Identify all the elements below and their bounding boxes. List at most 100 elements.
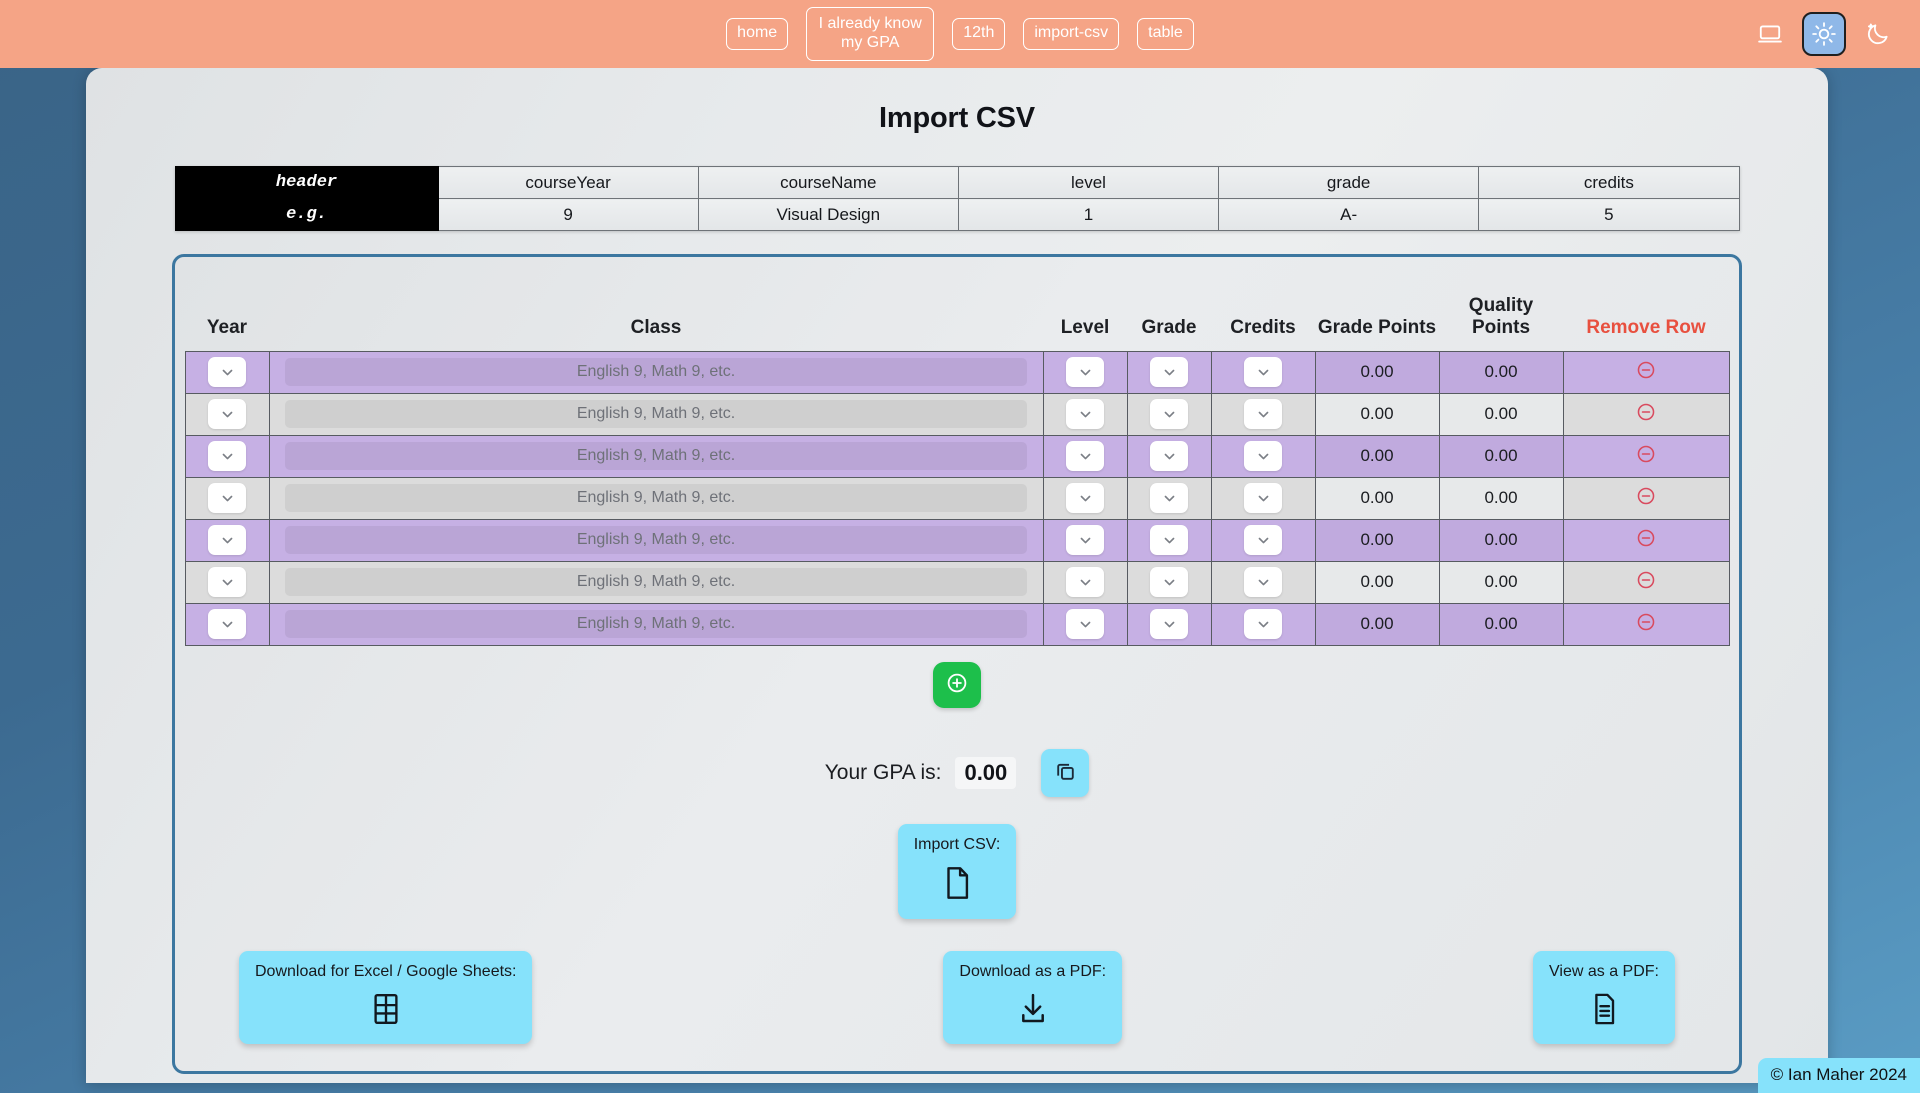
remove-row-button[interactable] (1633, 526, 1659, 552)
dropdown-toggle[interactable] (208, 441, 246, 472)
gpa-value: 0.00 (955, 756, 1017, 789)
dropdown-toggle[interactable] (1150, 357, 1188, 388)
dropdown-toggle[interactable] (1066, 357, 1104, 388)
dropdown-toggle[interactable] (1066, 525, 1104, 556)
cell-remove (1562, 350, 1730, 394)
dropdown-toggle[interactable] (1066, 483, 1104, 514)
cell-remove (1562, 476, 1730, 520)
nav-already-know-gpa[interactable]: I already know my GPA (806, 6, 935, 62)
dropdown-toggle[interactable] (1244, 357, 1282, 388)
nav-import-csv[interactable]: import-csv (1023, 18, 1120, 50)
header-level: Level (1060, 316, 1110, 338)
chevron-down-icon (1078, 449, 1093, 464)
grades-table: Year Class Level Grade Credits Grade Poi… (184, 257, 1730, 646)
header-grade: Grade (1141, 316, 1197, 338)
add-row-button[interactable] (933, 661, 981, 708)
class-input[interactable] (284, 610, 1028, 639)
dropdown-toggle[interactable] (1150, 525, 1188, 556)
format-col-credits: credits (1478, 166, 1740, 199)
dropdown-toggle[interactable] (1066, 399, 1104, 430)
theme-light-button[interactable] (1802, 12, 1846, 56)
dropdown-toggle[interactable] (208, 567, 246, 598)
nav-home[interactable]: home (726, 18, 789, 50)
page-container: Import CSV header courseYear courseName … (86, 68, 1828, 1083)
chevron-down-icon (1078, 617, 1093, 632)
remove-row-button[interactable] (1633, 442, 1659, 468)
dropdown-toggle[interactable] (208, 483, 246, 514)
download-pdf-button[interactable]: Download as a PDF: (943, 950, 1123, 1044)
remove-row-button[interactable] (1633, 610, 1659, 636)
copy-gpa-button[interactable] (1041, 748, 1090, 797)
chevron-down-icon (1162, 617, 1177, 632)
class-input[interactable] (284, 400, 1028, 429)
cell-year (184, 518, 270, 562)
format-label-header: header (174, 166, 439, 199)
cell-level (1042, 392, 1128, 436)
cell-credits (1210, 350, 1316, 394)
download-excel-button[interactable]: Download for Excel / Google Sheets: (239, 950, 533, 1044)
class-input[interactable] (284, 484, 1028, 513)
chevron-down-icon (1162, 407, 1177, 422)
cell-grade (1126, 392, 1212, 436)
dropdown-toggle[interactable] (1150, 399, 1188, 430)
dropdown-toggle[interactable] (208, 357, 246, 388)
grades-body: 0.000.000.000.000.000.000.000.000.000.00… (184, 350, 1730, 646)
class-input[interactable] (284, 442, 1028, 471)
chevron-down-icon (220, 533, 235, 548)
chevron-down-icon (1162, 575, 1177, 590)
dropdown-toggle[interactable] (1244, 441, 1282, 472)
cell-quality-points: 0.00 (1438, 602, 1564, 646)
class-input[interactable] (284, 568, 1028, 597)
class-input[interactable] (284, 358, 1028, 387)
dropdown-toggle[interactable] (1150, 609, 1188, 640)
dropdown-toggle[interactable] (1244, 399, 1282, 430)
cell-grade (1126, 350, 1212, 394)
format-label-eg: e.g. (174, 198, 439, 231)
class-input[interactable] (284, 526, 1028, 555)
header-grade-points: Grade Points (1317, 316, 1437, 338)
cell-credits (1210, 518, 1316, 562)
chevron-down-icon (220, 617, 235, 632)
cell-grade (1126, 518, 1212, 562)
cell-credits (1210, 434, 1316, 478)
plus-circle-icon (945, 671, 969, 698)
dropdown-toggle[interactable] (1244, 567, 1282, 598)
view-pdf-button[interactable]: View as a PDF: (1533, 950, 1675, 1044)
cell-class (268, 560, 1044, 604)
chevron-down-icon (1256, 491, 1271, 506)
format-col-level: level (957, 166, 1220, 199)
chevron-down-icon (220, 575, 235, 590)
dropdown-toggle[interactable] (1244, 609, 1282, 640)
dropdown-toggle[interactable] (1150, 483, 1188, 514)
dropdown-toggle[interactable] (208, 609, 246, 640)
dropdown-toggle[interactable] (208, 399, 246, 430)
chevron-down-icon (1078, 575, 1093, 590)
dropdown-toggle[interactable] (1244, 525, 1282, 556)
dropdown-toggle[interactable] (1066, 441, 1104, 472)
nav-table[interactable]: table (1137, 18, 1194, 50)
nav-12th[interactable]: 12th (952, 18, 1006, 50)
chevron-down-icon (1256, 407, 1271, 422)
chevron-down-icon (1256, 365, 1271, 380)
theme-system-button[interactable] (1748, 12, 1792, 56)
cell-level (1042, 518, 1128, 562)
remove-row-button[interactable] (1633, 358, 1659, 384)
table-row: 0.000.00 (184, 476, 1730, 520)
circle-minus-icon (1635, 527, 1657, 552)
dropdown-toggle[interactable] (1066, 609, 1104, 640)
cell-class (268, 476, 1044, 520)
remove-row-button[interactable] (1633, 484, 1659, 510)
dropdown-toggle[interactable] (1150, 441, 1188, 472)
circle-minus-icon (1635, 611, 1657, 636)
remove-row-button[interactable] (1633, 400, 1659, 426)
dropdown-toggle[interactable] (1066, 567, 1104, 598)
dropdown-toggle[interactable] (1244, 483, 1282, 514)
cell-quality-points: 0.00 (1438, 392, 1564, 436)
dropdown-toggle[interactable] (1150, 567, 1188, 598)
dropdown-toggle[interactable] (208, 525, 246, 556)
remove-row-button[interactable] (1633, 568, 1659, 594)
file-icon (940, 864, 974, 905)
download-pdf-label: Download as a PDF: (959, 962, 1107, 980)
import-csv-button[interactable]: Import CSV: (897, 823, 1017, 919)
theme-dark-button[interactable] (1856, 12, 1900, 56)
